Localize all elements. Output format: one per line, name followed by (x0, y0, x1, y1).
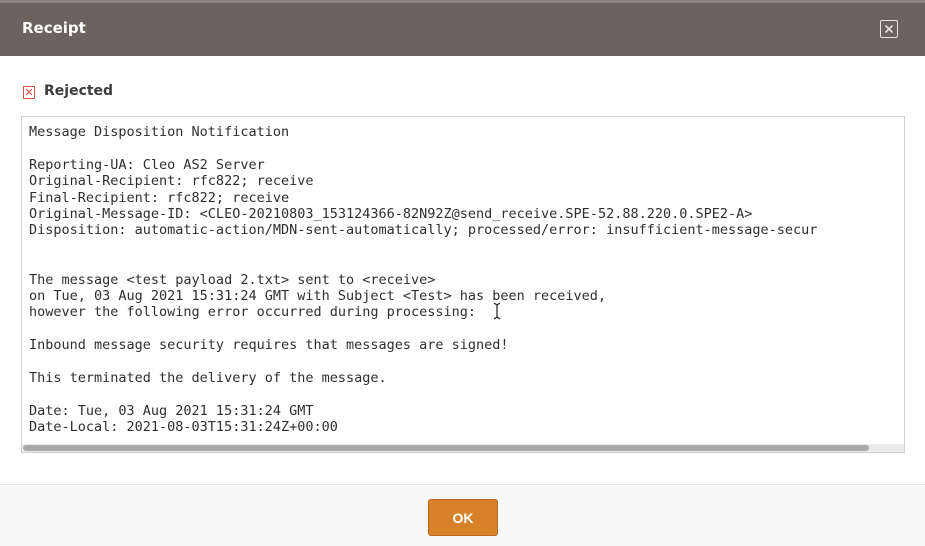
dialog-title: Receipt (22, 19, 86, 37)
dialog-titlebar: Receipt (0, 0, 925, 56)
mdn-message-box[interactable]: Message Disposition Notification Reporti… (21, 116, 905, 453)
ok-button[interactable]: OK (428, 499, 498, 536)
text-cursor-icon (493, 302, 501, 320)
close-button[interactable] (880, 20, 898, 38)
status-label: Rejected (44, 83, 114, 99)
rejected-x-icon (23, 85, 35, 99)
close-icon (884, 24, 894, 34)
mdn-message-text: Message Disposition Notification Reporti… (29, 124, 818, 436)
status-row: Rejected (23, 82, 113, 100)
receipt-dialog: Receipt Rejected Message Disposition Not… (0, 0, 925, 546)
scrollbar-thumb[interactable] (23, 445, 869, 451)
horizontal-scrollbar[interactable] (22, 444, 904, 452)
dialog-footer: OK (0, 484, 925, 546)
